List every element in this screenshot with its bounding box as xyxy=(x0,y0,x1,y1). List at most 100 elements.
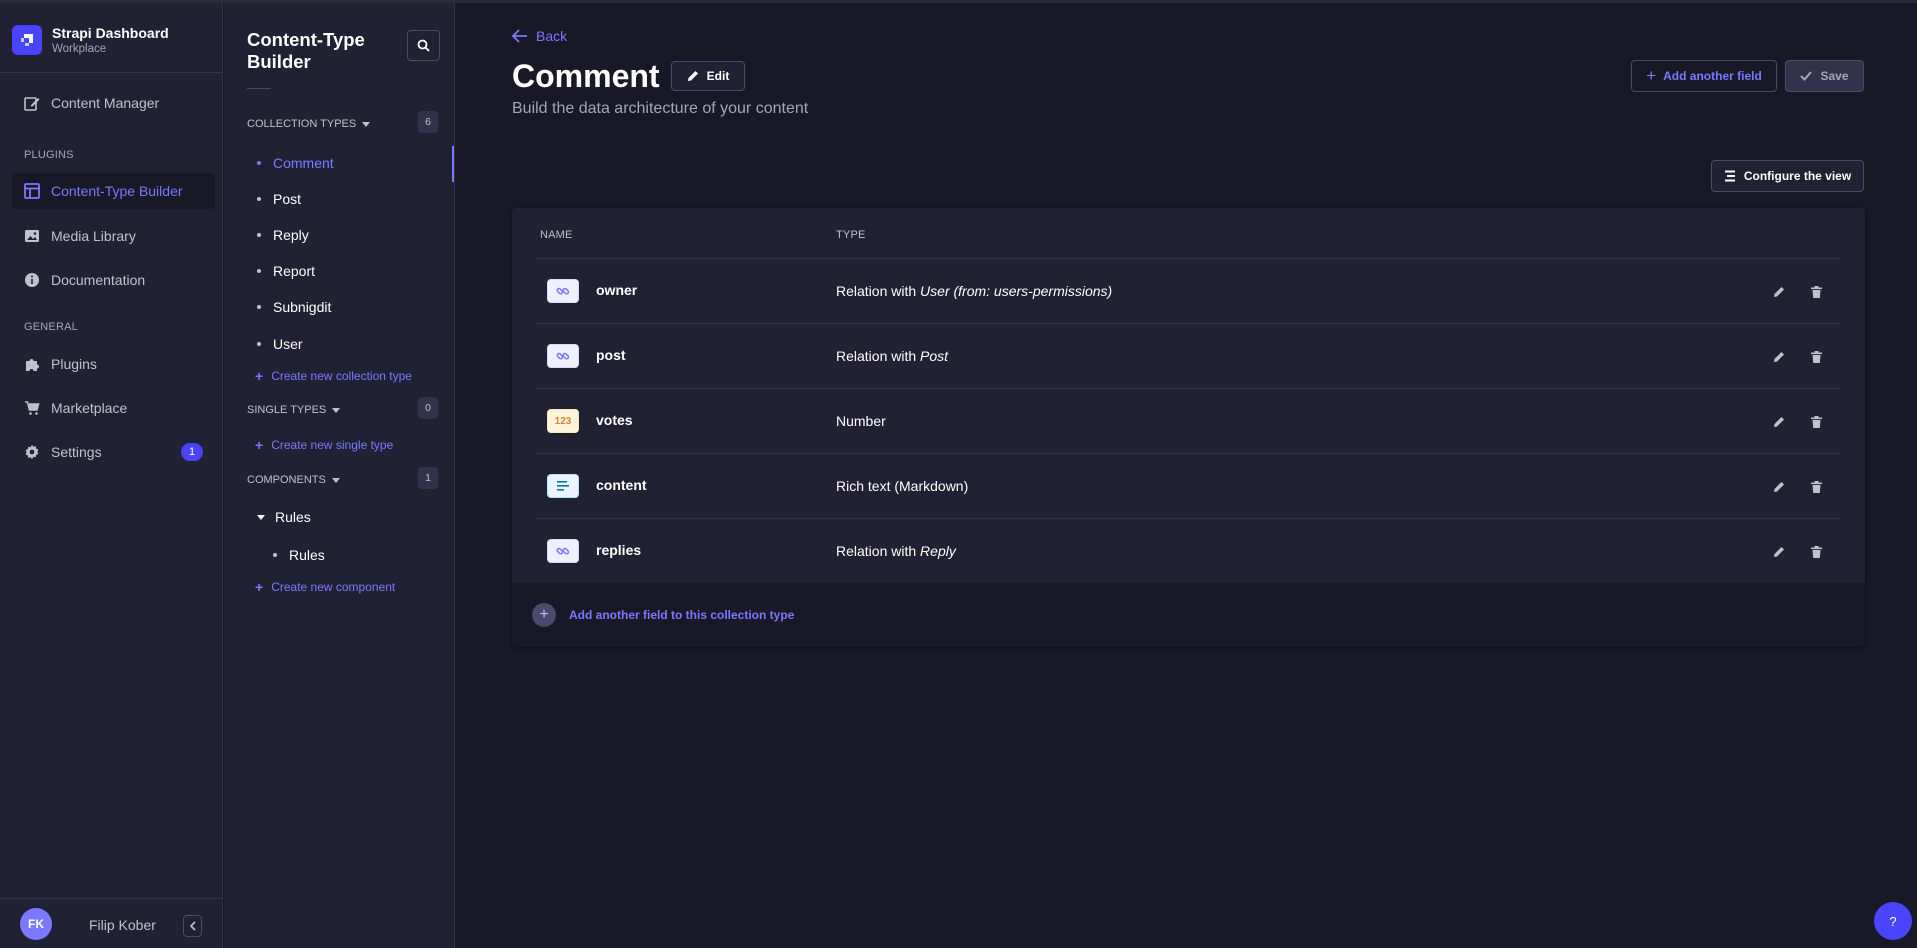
field-type-target: Post xyxy=(920,348,949,364)
subnav-search-button[interactable] xyxy=(407,30,440,61)
edit-field-button[interactable] xyxy=(1771,479,1787,495)
settings-notification-badge: 1 xyxy=(181,443,203,461)
delete-field-button[interactable] xyxy=(1808,414,1824,430)
trash-icon xyxy=(1810,416,1822,428)
edit-content-type-button[interactable]: Edit xyxy=(671,61,745,91)
delete-field-button[interactable] xyxy=(1808,479,1824,495)
bullet-icon xyxy=(257,197,261,201)
field-type: Relation with User (from: users-permissi… xyxy=(836,283,1112,299)
bullet-icon xyxy=(257,161,261,165)
nav-item-plugins[interactable]: Plugins xyxy=(12,346,215,382)
nav-item-label: Content Manager xyxy=(51,95,160,111)
fields-table: NAME TYPE owner Relation with User (from… xyxy=(512,208,1865,647)
back-label: Back xyxy=(536,28,568,44)
nav-item-marketplace[interactable]: Marketplace xyxy=(12,390,215,426)
collapse-nav-button[interactable] xyxy=(183,915,202,937)
nav-item-label: Marketplace xyxy=(51,400,128,416)
create-single-type-link[interactable]: + Create new single type xyxy=(255,437,393,453)
nav-item-label: Media Library xyxy=(51,228,136,244)
puzzle-icon xyxy=(24,356,40,372)
delete-field-button[interactable] xyxy=(1808,284,1824,300)
create-component-label: Create new component xyxy=(271,580,396,594)
column-header-type: TYPE xyxy=(836,229,866,241)
nav-item-content-type-builder[interactable]: Content-Type Builder xyxy=(12,173,215,209)
collection-types-toggle[interactable]: COLLECTION TYPES xyxy=(247,118,371,130)
add-another-field-button[interactable]: + Add another field xyxy=(1631,60,1777,92)
edit-label: Edit xyxy=(706,69,730,83)
rich-text-icon xyxy=(547,474,579,498)
caret-down-icon xyxy=(332,407,341,413)
collection-type-subnigdit[interactable]: Subnigdit xyxy=(257,297,331,317)
help-button[interactable]: ? xyxy=(1874,902,1912,940)
brand-subtitle: Workplace xyxy=(52,43,107,55)
create-collection-type-label: Create new collection type xyxy=(271,369,412,383)
configure-view-button[interactable]: Configure the view xyxy=(1711,160,1864,192)
back-link[interactable]: Back xyxy=(512,28,567,44)
caret-down-icon xyxy=(362,121,371,127)
collection-type-comment[interactable]: Comment xyxy=(257,153,334,173)
plus-icon: + xyxy=(255,579,264,595)
collection-type-post[interactable]: Post xyxy=(257,189,301,209)
add-field-to-collection-label: Add another field to this collection typ… xyxy=(569,608,795,622)
user-avatar[interactable]: FK xyxy=(20,908,52,940)
caret-down-icon xyxy=(257,514,265,520)
add-field-to-collection-button[interactable]: + Add another field to this collection t… xyxy=(532,603,794,627)
component-category-label: Rules xyxy=(275,509,311,525)
collection-type-label: Post xyxy=(273,191,302,207)
field-type: Relation with Post xyxy=(836,348,948,364)
column-header-name: NAME xyxy=(540,229,573,241)
nav-footer-divider xyxy=(0,898,222,899)
field-name: owner xyxy=(596,282,638,298)
nav-item-label: Settings xyxy=(51,444,102,460)
pencil-icon xyxy=(1774,547,1784,557)
plus-icon: + xyxy=(255,368,264,384)
collection-type-label: Subnigdit xyxy=(273,299,332,315)
main-navigation: Strapi Dashboard Workplace Content Manag… xyxy=(0,3,223,948)
field-type-text: Number xyxy=(836,413,886,429)
table-row: 123 votes Number xyxy=(535,389,1840,454)
field-type-text: Relation with xyxy=(836,348,921,364)
edit-field-button[interactable] xyxy=(1771,414,1787,430)
check-icon xyxy=(1800,71,1813,81)
delete-field-button[interactable] xyxy=(1808,544,1824,560)
nav-item-label: Plugins xyxy=(51,356,97,372)
bullet-icon xyxy=(257,342,261,346)
trash-icon xyxy=(1810,481,1822,493)
collection-types-count: 6 xyxy=(418,111,438,133)
field-type: Rich text (Markdown) xyxy=(836,478,968,494)
collection-type-reply[interactable]: Reply xyxy=(257,225,309,245)
add-field-label: Add another field xyxy=(1663,69,1762,83)
nav-item-documentation[interactable]: Documentation xyxy=(12,262,215,298)
single-types-toggle[interactable]: SINGLE TYPES xyxy=(247,404,341,416)
nav-item-settings[interactable]: Settings 1 xyxy=(12,434,215,470)
bullet-icon xyxy=(257,269,261,273)
save-button[interactable]: Save xyxy=(1785,60,1864,92)
collection-type-report[interactable]: Report xyxy=(257,261,315,281)
field-name: post xyxy=(596,347,626,363)
components-toggle[interactable]: COMPONENTS xyxy=(247,474,340,486)
components-label: COMPONENTS xyxy=(247,474,326,486)
field-type-text: Relation with xyxy=(836,543,921,559)
shopping-cart-icon xyxy=(24,400,40,416)
component-category-rules[interactable]: Rules xyxy=(257,509,311,525)
field-name: content xyxy=(596,477,647,493)
edit-field-button[interactable] xyxy=(1771,349,1787,365)
edit-field-button[interactable] xyxy=(1771,544,1787,560)
field-type-text: Relation with xyxy=(836,283,921,299)
field-type-text: Rich text (Markdown) xyxy=(836,478,969,494)
collection-type-user[interactable]: User xyxy=(257,334,303,354)
arrow-left-icon xyxy=(512,29,527,43)
component-rules[interactable]: Rules xyxy=(273,545,325,565)
delete-field-button[interactable] xyxy=(1808,349,1824,365)
nav-item-label: Content-Type Builder xyxy=(51,183,183,199)
brand[interactable]: Strapi Dashboard Workplace xyxy=(12,20,169,60)
create-component-link[interactable]: + Create new component xyxy=(255,579,395,595)
brand-title: Strapi Dashboard xyxy=(52,25,169,41)
pencil-icon xyxy=(1774,352,1784,362)
nav-item-content-manager[interactable]: Content Manager xyxy=(12,85,215,121)
component-label: Rules xyxy=(289,547,325,563)
user-name[interactable]: Filip Kober xyxy=(89,917,156,933)
nav-item-media-library[interactable]: Media Library xyxy=(12,218,215,254)
edit-field-button[interactable] xyxy=(1771,284,1787,300)
create-collection-type-link[interactable]: + Create new collection type xyxy=(255,368,412,384)
